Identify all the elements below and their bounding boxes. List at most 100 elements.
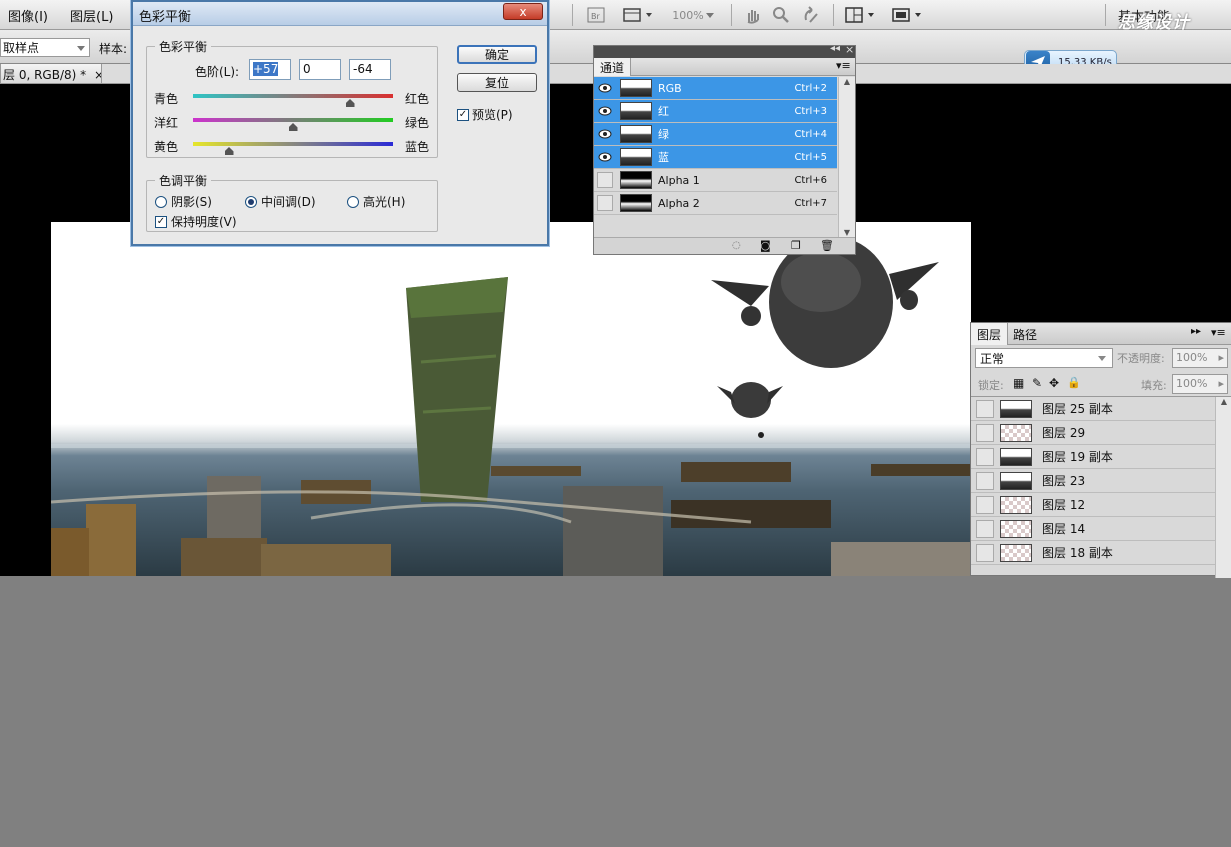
close-icon[interactable]: × [94, 68, 101, 82]
visibility-toggle[interactable] [976, 495, 994, 514]
channels-list: RGB Ctrl+2 红 Ctrl+3 绿 Ctrl+4 蓝 Ctrl+5 Al… [594, 77, 855, 237]
channel-row[interactable]: 红 Ctrl+3 [594, 100, 837, 123]
screen-mode-icon[interactable] [890, 4, 926, 26]
radio-circle [347, 195, 359, 208]
radio-midtones[interactable]: 中间调(D) [245, 193, 316, 210]
layer-row[interactable]: 图层 19 副本 [971, 445, 1215, 469]
lock-image-icon[interactable]: ✎ [1032, 376, 1042, 390]
layer-row[interactable]: 图层 29 [971, 421, 1215, 445]
channel-thumbnail [620, 102, 652, 120]
visibility-toggle[interactable] [976, 519, 994, 538]
reset-button[interactable]: 复位 [457, 73, 537, 92]
layer-row[interactable]: 图层 12 [971, 493, 1215, 517]
visibility-toggle[interactable] [594, 169, 616, 191]
visibility-toggle[interactable] [976, 399, 994, 418]
document-tab[interactable]: 层 0, RGB/8) * × [0, 64, 102, 84]
bridge-icon[interactable]: Br [585, 4, 607, 26]
empty-workspace [0, 576, 1231, 847]
menu-image[interactable]: 图像(I) [8, 6, 48, 25]
lock-all-icon[interactable]: 🔒 [1067, 376, 1081, 389]
eye-icon[interactable] [594, 77, 616, 99]
channel-row[interactable]: 绿 Ctrl+4 [594, 123, 837, 146]
layer-row[interactable]: 图层 25 副本 [971, 397, 1215, 421]
sample-size-select[interactable]: 取样点 [0, 38, 90, 57]
visibility-toggle[interactable] [976, 543, 994, 562]
lock-transparency-icon[interactable]: ▦ [1013, 376, 1024, 390]
scroll-up-icon[interactable]: ▲ [839, 77, 855, 86]
trash-icon[interactable]: 🗑 [820, 239, 834, 252]
radio-highlights-label: 高光(H) [363, 195, 406, 209]
slider-thumb[interactable] [224, 147, 234, 155]
eye-icon[interactable] [594, 123, 616, 145]
level-cyan-red-input[interactable]: +57 [249, 59, 291, 80]
opacity-input[interactable]: 100% ▸ [1172, 348, 1228, 368]
panel-menu-icon[interactable]: ▾≡ [1211, 326, 1226, 339]
slider-track[interactable] [193, 94, 393, 98]
scrollbar[interactable]: ▲ ▼ [838, 77, 855, 237]
panel-menu-icon[interactable]: ▾≡ [836, 59, 851, 72]
blend-mode-select[interactable]: 正常 [975, 348, 1113, 368]
layer-name: 图层 19 副本 [1042, 450, 1113, 464]
close-icon: x [519, 4, 527, 19]
level-yellow-blue-input[interactable]: -64 [349, 59, 391, 80]
tab-layers[interactable]: 图层 [971, 323, 1009, 345]
preserve-luminosity-checkbox[interactable]: ✓ 保持明度(V) [155, 213, 237, 230]
zoom-value: 100% [672, 8, 704, 22]
close-button[interactable]: x [503, 3, 543, 20]
chevron-right-icon[interactable]: ▸ [1218, 351, 1224, 365]
eye-icon[interactable] [594, 146, 616, 168]
zoom-select[interactable]: 100% [668, 4, 720, 26]
tab-channels[interactable]: 通道 [594, 58, 632, 76]
load-selection-icon[interactable]: ◌ [732, 240, 741, 251]
channel-row[interactable]: RGB Ctrl+2 [594, 77, 837, 100]
dialog-title: 色彩平衡 [139, 10, 192, 25]
channel-row[interactable]: 蓝 Ctrl+5 [594, 146, 837, 169]
eye-icon[interactable] [594, 100, 616, 122]
ok-button[interactable]: 确定 [457, 45, 537, 64]
preview-checkbox[interactable]: ✓ 预览(P) [457, 106, 513, 123]
dialog-titlebar[interactable]: 色彩平衡 [133, 2, 547, 26]
arrange-documents-icon[interactable] [843, 4, 879, 26]
ok-button-label: 确定 [484, 48, 509, 62]
radio-shadows[interactable]: 阴影(S) [155, 193, 212, 210]
slider-left-label: 黄色 [154, 140, 179, 154]
lock-position-icon[interactable]: ✥ [1049, 376, 1059, 390]
scrollbar[interactable]: ▲ [1215, 397, 1231, 578]
channel-row[interactable]: Alpha 2 Ctrl+7 [594, 192, 837, 215]
opacity-value: 100% [1176, 351, 1208, 364]
visibility-toggle[interactable] [976, 471, 994, 490]
checkmark-icon: ✓ [457, 108, 469, 121]
scroll-up-icon[interactable]: ▲ [1216, 397, 1231, 406]
visibility-toggle[interactable] [976, 447, 994, 466]
layer-row[interactable]: 图层 14 [971, 517, 1215, 541]
level-magenta-green-input[interactable]: 0 [299, 59, 341, 80]
document-canvas-image[interactable] [51, 222, 971, 576]
slider-track[interactable] [193, 118, 393, 122]
slider-thumb[interactable] [345, 99, 355, 107]
rotate-view-icon[interactable] [800, 4, 822, 26]
chevron-right-icon[interactable]: ▸ [1218, 377, 1224, 391]
expand-icon[interactable]: ▸▸ [1191, 326, 1201, 337]
radio-highlights[interactable]: 高光(H) [347, 193, 405, 210]
fill-input[interactable]: 100% ▸ [1172, 374, 1228, 394]
hand-tool-icon[interactable] [742, 4, 764, 26]
collapse-icon[interactable]: ◂◂ [830, 43, 840, 54]
zoom-tool-icon[interactable] [770, 4, 792, 26]
new-channel-icon[interactable]: ❐ [791, 239, 801, 252]
save-selection-icon[interactable]: ◙ [760, 239, 771, 252]
slider-thumb[interactable] [288, 123, 298, 131]
channel-name: Alpha 2 [658, 196, 700, 210]
menu-layer[interactable]: 图层(L) [70, 6, 113, 25]
visibility-toggle[interactable] [976, 423, 994, 442]
channel-row[interactable]: Alpha 1 Ctrl+6 [594, 169, 837, 192]
scroll-down-icon[interactable]: ▼ [839, 228, 855, 237]
view-extras-icon[interactable] [620, 4, 656, 26]
layer-row[interactable]: 图层 23 [971, 469, 1215, 493]
tab-paths[interactable]: 路径 [1013, 326, 1037, 343]
panel-titlebar[interactable]: ◂◂ × [594, 43, 855, 58]
lock-label: 锁定: [978, 379, 1004, 392]
layer-row[interactable]: 图层 18 副本 [971, 541, 1215, 565]
close-icon[interactable]: × [845, 43, 854, 56]
visibility-toggle[interactable] [594, 192, 616, 214]
slider-track[interactable] [193, 142, 393, 146]
